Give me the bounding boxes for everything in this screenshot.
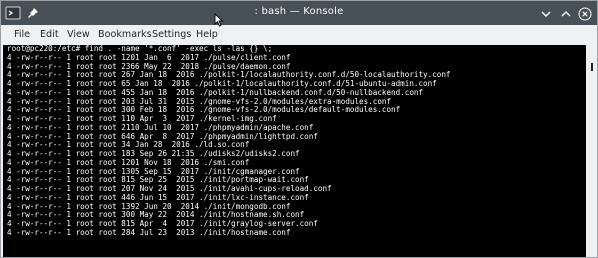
title-bar[interactable]: : bash — Konsole [1,1,597,25]
menu-settings[interactable]: Settings [152,29,191,40]
konsole-window: : bash — Konsole File Edit View Bookmark… [0,0,598,258]
terminal-output[interactable]: root@pc220:/etc# find . -name '*.conf' -… [3,45,586,257]
scrollbar-thumb[interactable] [591,63,593,71]
maximize-icon[interactable] [559,6,573,20]
menu-help[interactable]: Help [196,29,218,40]
menu-bar: File Edit View Bookmarks Settings Help [1,25,597,45]
close-icon[interactable] [578,6,592,21]
mouse-cursor-icon [214,12,224,27]
output-line: 4 -rw-r--r-- 1 root root 284 Jul 23 2013… [7,227,291,237]
minimize-icon[interactable] [539,6,553,20]
terminal-lines: root@pc220:/etc# find . -name '*.conf' -… [7,45,450,238]
menu-file[interactable]: File [14,29,30,40]
window-title: : bash — Konsole [254,6,344,17]
menu-view[interactable]: View [67,29,90,40]
menu-edit[interactable]: Edit [40,29,59,40]
menu-bookmarks[interactable]: Bookmarks [98,29,152,40]
vertical-scrollbar[interactable] [587,45,597,257]
